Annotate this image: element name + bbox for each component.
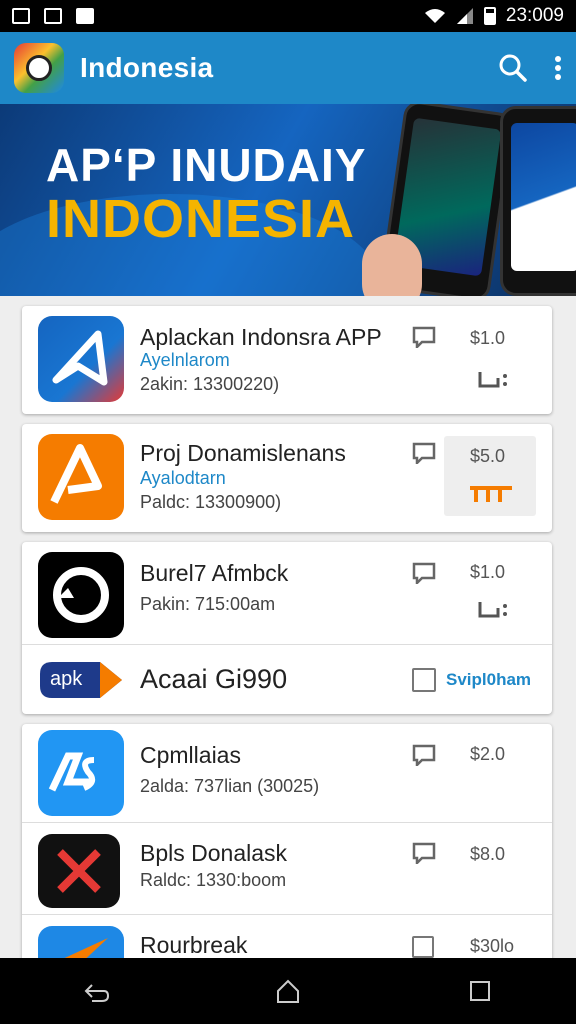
back-icon[interactable]: [82, 977, 110, 1005]
apk-icon: apk: [38, 660, 124, 700]
install-link[interactable]: Svipl0ham: [446, 670, 531, 690]
search-icon[interactable]: [498, 53, 528, 83]
comment-icon[interactable]: [412, 842, 436, 864]
clock: 23:009: [505, 5, 564, 26]
app-card[interactable]: Burel7 Afmbck Pakin: 715:00am $1.0 apk A…: [22, 542, 552, 714]
comment-icon[interactable]: [412, 744, 436, 766]
orange-a-app-icon: [38, 434, 124, 520]
home-icon[interactable]: [274, 977, 302, 1005]
phone-illustration-2: [500, 106, 576, 296]
hand-illustration: [362, 234, 422, 296]
more-options-icon[interactable]: [554, 55, 562, 81]
download-icon[interactable]: [476, 598, 508, 620]
app-meta: Raldc: 1330:boom: [140, 870, 287, 890]
app-title: Acaai Gi990: [140, 664, 288, 694]
app-title: Cpmllaias: [140, 742, 241, 768]
app-bar: Indonesia: [0, 32, 576, 104]
red-x-app-icon: [38, 834, 120, 908]
signal-icon: [456, 8, 473, 24]
app-meta: Pakin: 715:00am: [140, 594, 276, 614]
promo-banner[interactable]: APʻP INUDAIY INDONESIA: [0, 104, 576, 296]
app-price: $5.0: [470, 446, 506, 466]
app-price: $1.0: [470, 562, 506, 582]
app-logo: [14, 43, 64, 93]
app-card[interactable]: Aplackan Indonsra APP Ayelnlarom 2akin: …: [22, 306, 552, 414]
black-circle-app-icon: [38, 552, 124, 638]
recents-icon[interactable]: [466, 977, 494, 1005]
gallery-notification-icon: [12, 8, 30, 24]
app-developer[interactable]: Ayelnlarom: [140, 350, 230, 371]
app-card[interactable]: Cpmllaias 2alda: 737lian (30025) $2.0 Bp…: [22, 724, 552, 974]
app-meta: 2alda: 737lian (30025): [140, 776, 320, 796]
comment-icon[interactable]: [412, 326, 436, 348]
app-meta: 2akin: 13300220): [140, 374, 280, 394]
app-notification-icon: [76, 8, 94, 24]
app-title: Burel7 Afmbck: [140, 560, 289, 586]
image-notification-icon: [44, 8, 62, 24]
wifi-icon: [424, 9, 445, 23]
app-price: $2.0: [470, 744, 506, 764]
las-app-icon: [38, 730, 124, 816]
app-title: Aplackan Indonsra APP: [140, 324, 382, 350]
app-price: $1.0: [470, 328, 506, 348]
app-price: $30lo: [470, 936, 515, 956]
banner-subheadline: INDONESIA: [46, 189, 356, 249]
status-bar: 23:009: [0, 0, 576, 32]
app-title: Proj Donamislenans: [140, 440, 346, 466]
comment-icon[interactable]: [412, 562, 436, 584]
app-developer[interactable]: Ayalodtarn: [140, 468, 226, 489]
app-card[interactable]: Proj Donamislenans Ayalodtarn Paldc: 133…: [22, 424, 552, 532]
app-meta: Paldc: 13300900): [140, 492, 282, 512]
blue-arrow-app-icon: [38, 316, 124, 402]
download-icon: [470, 486, 512, 502]
battery-icon: [483, 7, 496, 25]
comment-icon[interactable]: [412, 442, 436, 464]
app-title: Bpls Donalask: [140, 840, 288, 866]
app-price: $8.0: [470, 844, 506, 864]
app-title: Rourbreak: [140, 932, 248, 958]
banner-headline: APʻP INUDAIY: [46, 139, 367, 191]
checkbox[interactable]: [412, 668, 436, 692]
page-title: Indonesia: [80, 52, 214, 83]
install-button[interactable]: $5.0: [444, 436, 536, 516]
system-nav-bar: [0, 958, 576, 1024]
download-icon[interactable]: [476, 368, 508, 390]
checkbox[interactable]: [412, 936, 434, 958]
